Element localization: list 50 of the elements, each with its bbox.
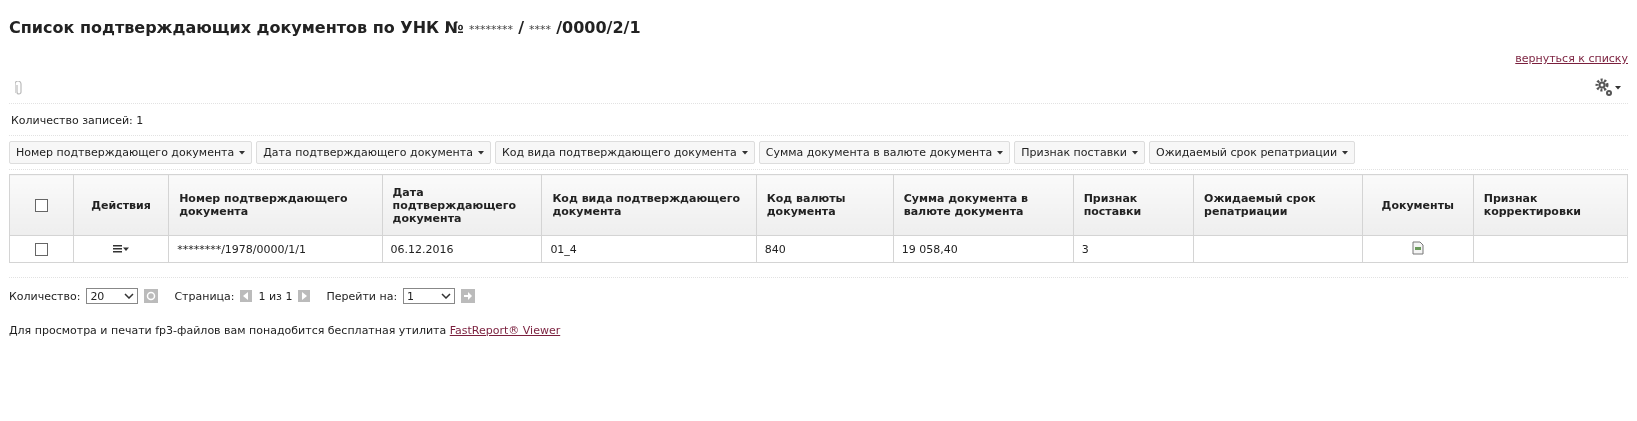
page-size-select[interactable]: 20 bbox=[86, 288, 139, 304]
filter-button[interactable]: Сумма документа в валюте документа bbox=[758, 141, 1011, 164]
chevron-icon bbox=[441, 293, 452, 299]
goto-label: Перейти на: bbox=[326, 289, 398, 303]
column-header: Номер подтверждающего документа bbox=[168, 174, 383, 236]
filter-button[interactable]: Ожидаемый срок репатриации bbox=[1149, 141, 1356, 164]
caret-icon bbox=[239, 150, 246, 155]
table-cell: 3 bbox=[1073, 235, 1194, 263]
filter-button[interactable]: Номер подтверждающего документа bbox=[9, 141, 253, 164]
page-info: 1 из 1 bbox=[258, 289, 293, 303]
table-cell: 19 058,40 bbox=[893, 235, 1074, 263]
column-header: Сумма документа в валюте документа bbox=[893, 174, 1074, 236]
column-header: Документы bbox=[1362, 174, 1474, 236]
go-arrow-icon[interactable] bbox=[461, 289, 476, 303]
column-header: Дата подтверждающего документа bbox=[382, 174, 542, 236]
filter-button[interactable]: Дата подтверждающего документа bbox=[256, 141, 491, 164]
column-header: Код валюты документа bbox=[756, 174, 894, 236]
checkbox[interactable] bbox=[35, 242, 48, 256]
column-header: Ожидаемый срок репатриации bbox=[1193, 174, 1363, 236]
paperclip-icon[interactable] bbox=[15, 80, 23, 96]
document-icon[interactable] bbox=[1411, 240, 1424, 255]
next-page-icon[interactable] bbox=[298, 290, 311, 302]
page-label: Страница: bbox=[174, 289, 235, 303]
chevron-icon bbox=[124, 293, 135, 299]
prev-page-icon[interactable] bbox=[240, 290, 253, 302]
caret-icon bbox=[477, 150, 484, 155]
column-header: Код вида подтверждающего документа bbox=[541, 174, 757, 236]
column-header: Признак поставки bbox=[1073, 174, 1194, 236]
table-cell: 840 bbox=[756, 235, 894, 263]
settings-icon[interactable] bbox=[1594, 77, 1622, 99]
table-cell: 06.12.2016 bbox=[382, 235, 542, 263]
goto-page-select[interactable]: 1 bbox=[403, 288, 456, 304]
back-link[interactable]: вернуться к списку bbox=[1515, 52, 1628, 65]
caret-icon bbox=[1132, 150, 1139, 155]
column-header: Действия bbox=[73, 174, 169, 236]
caret-icon bbox=[741, 150, 748, 155]
filter-button[interactable]: Признак поставки bbox=[1014, 141, 1146, 164]
menu-icon[interactable] bbox=[113, 244, 130, 253]
caret-icon bbox=[1342, 150, 1349, 155]
column-header: Признак корректировки bbox=[1473, 174, 1628, 236]
info-note: Для просмотра и печати fp3-файлов вам понадобится бесплатная утилита FastReport® Viewer bbox=[9, 324, 562, 337]
table-cell: 01_4 bbox=[541, 235, 757, 263]
record-count: Количество записей: 1 bbox=[9, 104, 1628, 136]
checkbox[interactable] bbox=[35, 198, 48, 212]
caret-icon bbox=[997, 150, 1004, 155]
page-title: Список подтверждающих документов по УНК № ******** / **** /0000/2/1 bbox=[9, 18, 642, 37]
table-cell: ********/1978/0000/1/1 bbox=[168, 235, 383, 263]
count-label: Количество: bbox=[9, 289, 81, 303]
filter-button[interactable]: Код вида подтверждающего документа bbox=[494, 141, 755, 164]
fastreport-link[interactable]: FastReport® Viewer bbox=[449, 324, 561, 337]
